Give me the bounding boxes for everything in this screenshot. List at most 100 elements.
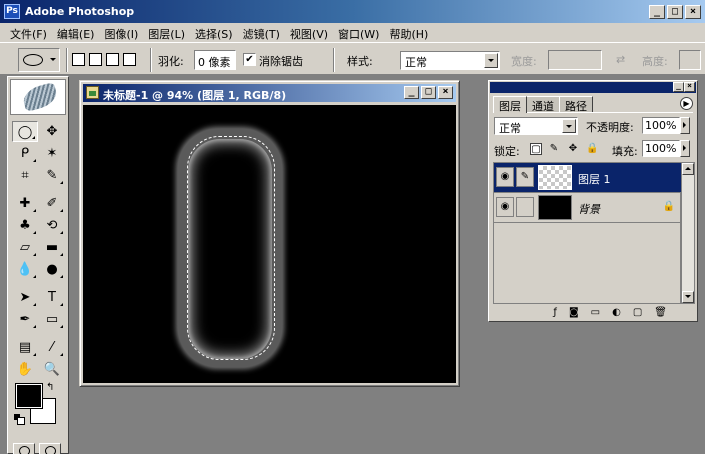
opacity-input[interactable]: 100%: [642, 117, 680, 134]
eye-icon[interactable]: ◉: [496, 167, 514, 187]
clone-stamp-tool[interactable]: ♣: [12, 215, 38, 236]
add-selection-icon[interactable]: [89, 53, 102, 66]
menu-layer[interactable]: 图层(L): [144, 23, 191, 42]
menu-select[interactable]: 选择(S): [191, 23, 239, 42]
lock-all-icon[interactable]: 🔒: [586, 143, 598, 155]
zoom-tool[interactable]: 🔍: [39, 359, 65, 380]
width-input[interactable]: [548, 50, 602, 70]
history-brush-tool[interactable]: ⟲: [39, 215, 65, 236]
layer-style-icon[interactable]: ƒ: [553, 306, 557, 320]
lasso-tool[interactable]: ᑭ: [12, 143, 38, 164]
adjustment-layer-icon[interactable]: ◐: [612, 306, 621, 320]
magic-wand-tool[interactable]: ✶: [39, 143, 65, 164]
blend-mode-value: 正常: [499, 122, 521, 135]
lock-position-icon[interactable]: ✥: [567, 143, 579, 155]
pen-tool[interactable]: ✒: [12, 309, 38, 330]
slice-tool[interactable]: ✎: [39, 165, 65, 186]
maximize-button[interactable]: □: [667, 5, 683, 19]
tool-preset-picker[interactable]: [18, 48, 60, 72]
foreground-color-swatch[interactable]: [15, 383, 43, 409]
layer-row[interactable]: ◉ ✎ 图层 1: [494, 163, 681, 193]
document-minimize-button[interactable]: _: [404, 86, 419, 99]
trash-icon[interactable]: 🗑: [654, 306, 667, 320]
crop-tool[interactable]: ⌗: [12, 165, 38, 186]
new-selection-icon[interactable]: [72, 53, 85, 66]
layer-row[interactable]: ◉ 背景 🔒: [494, 193, 681, 223]
move-tool[interactable]: ✥: [39, 121, 65, 142]
menu-help[interactable]: 帮助(H): [385, 23, 434, 42]
fill-slider-button[interactable]: [680, 140, 690, 157]
feather-logo-icon: [20, 81, 60, 113]
quick-mask-button[interactable]: [39, 443, 61, 454]
separator: [150, 48, 152, 72]
swap-colors-icon[interactable]: ↰: [46, 382, 54, 393]
close-button[interactable]: ×: [685, 5, 701, 19]
tool-divider: [12, 187, 66, 192]
marquee-tool[interactable]: ◯: [12, 121, 38, 142]
type-tool[interactable]: T: [39, 287, 65, 308]
subtract-selection-icon[interactable]: [106, 53, 119, 66]
menu-image[interactable]: 图像(I): [100, 23, 144, 42]
eraser-tool[interactable]: ▱: [12, 237, 38, 258]
document-titlebar[interactable]: 未标题-1 @ 94% (图层 1, RGB/8) _ □ ×: [83, 84, 456, 102]
menu-file[interactable]: 文件(F): [6, 23, 53, 42]
layer-name: 背景: [578, 203, 600, 216]
panel-menu-icon[interactable]: ▶: [680, 97, 693, 110]
separator: [333, 48, 335, 72]
standard-mode-button[interactable]: [13, 443, 35, 454]
document-canvas[interactable]: [83, 105, 456, 383]
antialias-checkbox[interactable]: ✔: [243, 53, 256, 66]
eye-icon[interactable]: ◉: [496, 197, 514, 217]
feather-input[interactable]: 0 像素: [194, 50, 236, 70]
default-colors-icon[interactable]: [14, 414, 25, 425]
height-label: 高度:: [642, 55, 668, 68]
toolbox: ◯ ✥ ᑭ ✶ ⌗ ✎ ✚ ✐ ♣ ⟲ ▱ ▬ 💧 ● ➤ T ✒ ▭ ▤ ⁄ …: [7, 76, 69, 454]
menu-view[interactable]: 视图(V): [286, 23, 334, 42]
hand-tool[interactable]: ✋: [12, 359, 38, 380]
lock-paint-icon[interactable]: ✎: [548, 143, 560, 155]
panel-close-button[interactable]: ×: [684, 82, 695, 92]
eyedropper-tool[interactable]: ⁄: [39, 337, 65, 358]
scroll-down-icon[interactable]: [682, 291, 694, 303]
menu-window[interactable]: 窗口(W): [334, 23, 385, 42]
blend-mode-select[interactable]: 正常: [494, 117, 578, 135]
style-select[interactable]: 正常: [400, 51, 500, 70]
panel-minimize-button[interactable]: _: [673, 82, 684, 92]
new-set-icon[interactable]: ▭: [591, 306, 600, 320]
opacity-slider-button[interactable]: [680, 117, 690, 134]
blur-tool[interactable]: 💧: [12, 259, 38, 280]
lock-label: 锁定:: [494, 145, 520, 158]
path-selection-tool[interactable]: ➤: [12, 287, 38, 308]
dodge-tool[interactable]: ●: [39, 259, 65, 280]
tab-layers[interactable]: 图层: [493, 96, 527, 113]
swap-dimensions-icon[interactable]: ⇄: [616, 53, 625, 66]
app-titlebar: Ps Adobe Photoshop _ □ ×: [0, 0, 705, 23]
fill-input[interactable]: 100%: [642, 140, 680, 157]
type-icon: T: [48, 290, 56, 305]
height-input[interactable]: [679, 50, 701, 70]
panel-titlebar[interactable]: _ ×: [490, 82, 696, 93]
menu-edit[interactable]: 编辑(E): [53, 23, 101, 42]
scroll-up-icon[interactable]: [682, 163, 694, 175]
gradient-tool[interactable]: ▬: [39, 237, 65, 258]
photoshop-logo-icon: Ps: [4, 4, 20, 19]
tab-channels[interactable]: 通道: [526, 96, 560, 113]
opacity-label: 不透明度:: [586, 121, 634, 134]
layers-scrollbar[interactable]: [681, 162, 695, 304]
minimize-button[interactable]: _: [649, 5, 665, 19]
brush-tool[interactable]: ✐: [39, 193, 65, 214]
menu-filter[interactable]: 滤镜(T): [239, 23, 286, 42]
intersect-selection-icon[interactable]: [123, 53, 136, 66]
shape-tool[interactable]: ▭: [39, 309, 65, 330]
layer-mask-icon[interactable]: ◙: [569, 306, 579, 320]
lock-transparency-icon[interactable]: ▢: [530, 143, 542, 155]
move-icon: ✥: [46, 124, 58, 139]
new-layer-icon[interactable]: ▢: [633, 306, 642, 320]
document-close-button[interactable]: ×: [438, 86, 453, 99]
healing-brush-tool[interactable]: ✚: [12, 193, 38, 214]
tab-paths[interactable]: 路径: [559, 96, 593, 113]
document-maximize-button[interactable]: □: [421, 86, 436, 99]
notes-tool[interactable]: ▤: [12, 337, 38, 358]
adobe-online-button[interactable]: [10, 79, 66, 115]
layer-name: 图层 1: [578, 173, 611, 186]
